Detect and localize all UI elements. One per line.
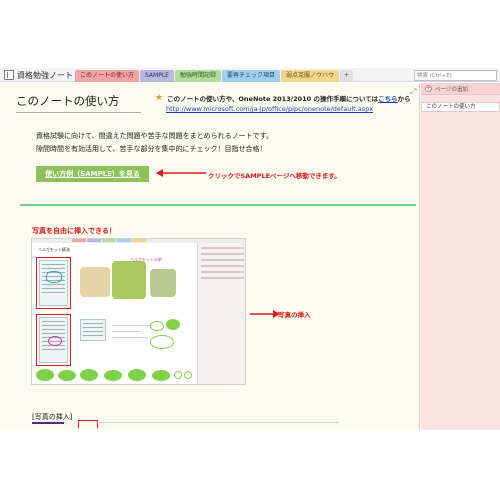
arrow-left-icon bbox=[156, 169, 206, 177]
divider bbox=[20, 204, 416, 206]
page-canvas: このノートの使い方 ⤢ ★ このノートの使い方や、OneNote 2013/20… bbox=[0, 83, 420, 430]
section-underline bbox=[32, 422, 64, 424]
photo-bread bbox=[80, 267, 110, 297]
red-marker bbox=[78, 420, 98, 428]
speech-bubble bbox=[150, 321, 164, 331]
star-icon: ★ bbox=[155, 93, 164, 103]
section-label: [写真の挿入] bbox=[32, 413, 73, 421]
intro-link[interactable]: こちら bbox=[378, 95, 398, 103]
page-list-item[interactable]: このノートの使い方 bbox=[421, 102, 500, 112]
notebook-name: 資格勉強ノート bbox=[17, 70, 73, 80]
tab-usage[interactable]: このノートの使い方 bbox=[75, 70, 140, 82]
speech-bubble bbox=[150, 335, 174, 349]
intro-row: ★ このノートの使い方や、OneNote 2013/2010 の操作手順について… bbox=[155, 93, 411, 103]
text-line bbox=[112, 337, 148, 338]
add-page-label: ページの追加 bbox=[435, 86, 468, 93]
note-photo-3 bbox=[80, 319, 106, 341]
speech-bubble bbox=[166, 319, 180, 330]
embedded-title: ベルガモット精油 bbox=[38, 247, 70, 252]
page-title[interactable]: このノートの使い方 bbox=[16, 93, 141, 109]
photo-bergamot bbox=[112, 261, 146, 299]
intro-text-body: このノートの使い方や、OneNote 2013/2010 の操作手順については bbox=[167, 95, 379, 103]
embedded-pink-label: ベルガモットの果 bbox=[130, 257, 162, 262]
add-section-button[interactable]: + bbox=[340, 70, 354, 82]
sample-link-button[interactable]: 使い方例（SAMPLE）を見る bbox=[36, 166, 149, 182]
text-line bbox=[112, 331, 142, 332]
add-page-button[interactable]: + ページの追加 bbox=[421, 83, 500, 95]
section-rule bbox=[96, 422, 339, 423]
page-list-panel: + ページの追加 このノートの使い方 bbox=[421, 83, 500, 430]
page-title-area: このノートの使い方 bbox=[16, 93, 141, 113]
speech-bubble bbox=[36, 369, 54, 381]
intro-url-link[interactable]: http://www.microsoft.com/ja-jp/office/pi… bbox=[166, 105, 373, 113]
expand-icon[interactable]: ⤢ bbox=[410, 87, 416, 97]
embedded-tabs bbox=[72, 239, 146, 242]
photo-title: 写真を自由に挿入できる！ bbox=[32, 227, 116, 235]
speech-bubble bbox=[128, 369, 146, 381]
notebook-tab-bar: 資格勉強ノート ▼ このノートの使い方 SAMPLE 勉強時間記録 要再チェック… bbox=[0, 68, 500, 82]
speech-bubble bbox=[58, 370, 76, 381]
tab-recheck[interactable]: 要再チェック項目 bbox=[221, 70, 280, 82]
speech-bubble bbox=[174, 371, 182, 379]
description: 資格試験に向けて、間違えた問題や苦手な問題をまとめられるノートです。 隙間時間を… bbox=[36, 130, 273, 156]
photo-fruit bbox=[150, 269, 176, 297]
plus-icon: + bbox=[425, 85, 432, 92]
speech-bubble bbox=[152, 370, 170, 381]
tab-weakness[interactable]: 弱点克服ノウハウ bbox=[281, 70, 340, 82]
insert-note: 写真の挿入 bbox=[278, 311, 311, 319]
description-line-1: 資格試験に向けて、間違えた問題や苦手な問題をまとめられるノートです。 bbox=[36, 132, 273, 140]
intro-text: このノートの使い方や、OneNote 2013/2010 の操作手順についてはこ… bbox=[167, 93, 411, 103]
note-photo-1 bbox=[39, 260, 68, 306]
arrow-right-icon bbox=[250, 310, 280, 318]
embedded-screenshot[interactable]: ベルガモット精油 ベルガモットの果 bbox=[31, 238, 246, 385]
search-input[interactable]: 検索 (Ctrl+E) bbox=[414, 70, 497, 81]
intro-text-tail: から bbox=[397, 95, 411, 103]
notebook-switcher[interactable]: 資格勉強ノート ▼ bbox=[4, 69, 81, 81]
tab-sample[interactable]: SAMPLE bbox=[140, 70, 174, 82]
notebook-icon bbox=[4, 70, 14, 80]
speech-bubble bbox=[80, 369, 98, 381]
speech-bubble bbox=[104, 370, 122, 381]
text-line bbox=[112, 325, 152, 326]
speech-bubble bbox=[184, 371, 192, 379]
section-tabs: このノートの使い方 SAMPLE 勉強時間記録 要再チェック項目 弱点克服ノウハ… bbox=[75, 70, 354, 82]
description-line-2: 隙間時間を有効活用して、苦手な部分を集中的にチェック！目指せ合格！ bbox=[36, 145, 267, 153]
embedded-sidebar bbox=[197, 243, 245, 384]
click-note: クリックでSAMPLEページへ移動できます。 bbox=[208, 172, 341, 180]
tab-study-time[interactable]: 勉強時間記録 bbox=[174, 70, 221, 82]
note-photo-2 bbox=[39, 317, 68, 363]
